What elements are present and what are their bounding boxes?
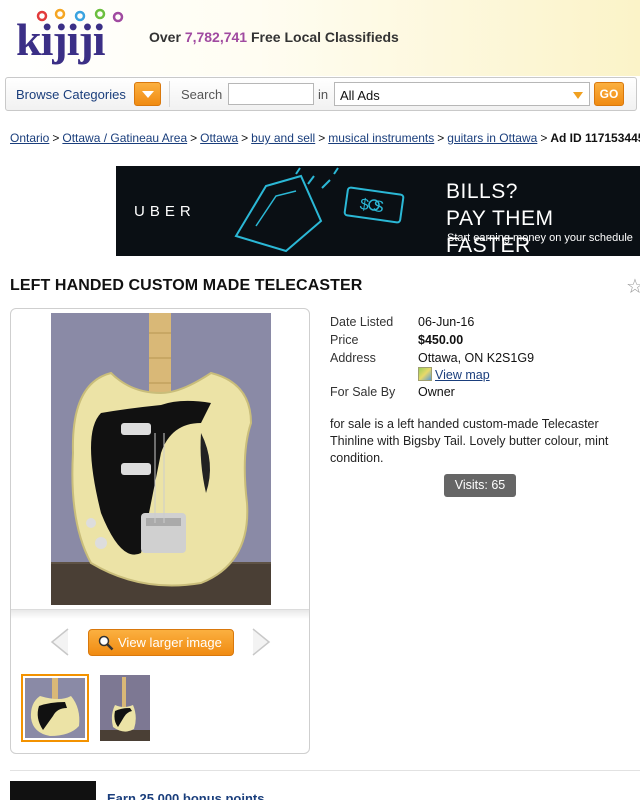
section-divider [10,770,640,771]
next-arrow-icon[interactable] [250,627,272,657]
banner-headline-line-1: BILLS? [446,180,518,203]
thumbnail-1-image [25,678,85,738]
magnifier-icon [98,635,114,651]
banner-brand: UBER [134,203,196,220]
tagline-prefix: Over [149,29,181,45]
previous-arrow-icon[interactable] [49,627,71,657]
svg-text:kijiji: kijiji [16,14,106,65]
main-photo[interactable] [51,313,271,605]
go-button[interactable]: GO [594,82,624,106]
svg-text:$ S: $ S [359,196,385,216]
for-sale-by-label: For Sale By [330,385,396,399]
breadcrumb-guitars-in-ottawa[interactable]: guitars in Ottawa [447,131,537,145]
star-icon[interactable]: ☆ [626,274,640,299]
chevron-down-icon [573,92,583,99]
category-select[interactable]: All Ads [334,82,590,106]
ad-count: 7,782,741 [184,29,248,45]
breadcrumb-separator: > [437,131,445,145]
map-icon [418,367,432,381]
listing-description: for sale is a left handed custom-made Te… [330,417,609,465]
view-larger-image-button[interactable]: View larger image [88,629,234,656]
in-label: in [318,87,329,102]
date-listed-label: Date Listed [330,315,394,329]
listing-title: LEFT HANDED CUSTOM MADE TELECASTER [10,277,363,294]
breadcrumb-buy-and-sell[interactable]: buy and sell [251,131,315,145]
breadcrumb-ontario[interactable]: Ontario [10,131,49,145]
visits-badge: Visits: 65 [444,474,516,497]
thumbnail-2-image [100,675,150,741]
thumbnail-1[interactable] [21,674,89,742]
browse-categories-link[interactable]: Browse Categories [16,87,126,102]
category-select-value: All Ads [340,88,380,103]
search-label: Search [181,87,223,102]
site-header: kijiji Over 7,782,741 Free Local Classif… [0,0,640,76]
uber-banner-ad[interactable]: UBER $ S BILLS? PAY THEM FASTER Start ea… [116,166,640,256]
ad-id: Ad ID 117153445 [550,131,640,145]
for-sale-by-value: Owner [418,385,455,399]
thumbnail-2[interactable] [100,675,150,741]
view-map-label[interactable]: View map [435,368,490,382]
divider [169,81,170,107]
chevron-down-icon [142,91,154,98]
breadcrumb-separator: > [241,131,249,145]
price-label: Price [330,333,359,347]
address-value: Ottawa, ON K2S1G9 [418,351,535,365]
view-larger-image-label: View larger image [118,635,222,650]
banner-subline: Start earning money on your schedule [447,232,633,244]
promo-image[interactable] [10,781,96,800]
banner-headline-line-2: PAY THEM FASTER [446,207,554,256]
breadcrumb-separator: > [318,131,326,145]
guitar-photo-illustration [51,313,271,605]
tagline-suffix: Free Local Classifieds [251,29,399,45]
kijiji-logo[interactable]: kijiji [14,8,130,66]
search-bar: Browse Categories Search in All Ads GO [5,77,637,111]
promo-link[interactable]: Earn 25,000 bonus points [107,791,265,800]
address-label: Address [330,351,376,365]
gallery-divider [11,609,309,619]
car-money-illustration: $ S [234,167,405,253]
photo-gallery: View larger image [10,308,310,754]
breadcrumb-separator: > [190,131,198,145]
breadcrumb: Ontario > Ottawa / Gatineau Area > Ottawa > bu… [10,131,640,145]
date-listed-value: 06-Jun-16 [418,315,475,329]
tagline: Over 7,782,741 Free Local Classifieds [149,29,399,45]
banner-headline: BILLS? PAY THEM FASTER [446,178,640,256]
breadcrumb-musical-instruments[interactable]: musical instruments [328,131,434,145]
price-value: $450.00 [418,333,464,347]
search-input[interactable] [228,83,314,105]
breadcrumb-separator: > [52,131,60,145]
breadcrumb-separator: > [540,131,548,145]
browse-categories-button[interactable] [134,82,161,106]
breadcrumb-ottawa[interactable]: Ottawa [200,131,238,145]
breadcrumb-ottawa-gatineau[interactable]: Ottawa / Gatineau Area [62,131,187,145]
view-map-link[interactable]: View map [418,367,490,382]
